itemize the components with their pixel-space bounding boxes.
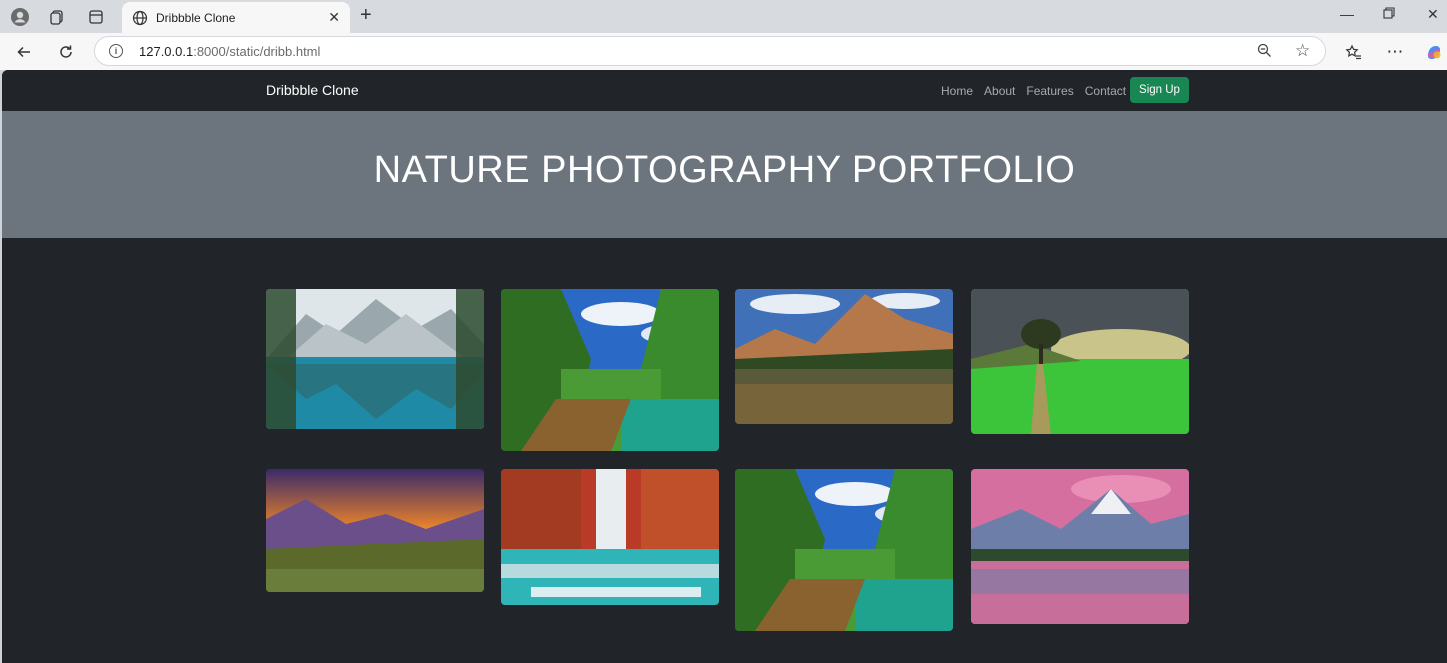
browser-tab[interactable]: Dribbble Clone ✕ <box>122 2 350 33</box>
minimize-icon[interactable]: — <box>1340 6 1354 22</box>
sign-up-button[interactable]: Sign Up <box>1130 77 1189 103</box>
photo-card-5[interactable] <box>266 469 484 592</box>
photo-card-6[interactable] <box>501 469 719 605</box>
nav-link-home[interactable]: Home <box>941 84 973 98</box>
site-info-icon[interactable]: i <box>109 44 123 58</box>
close-tab-icon[interactable]: ✕ <box>328 9 340 26</box>
hero-banner: NATURE PHOTOGRAPHY PORTFOLIO <box>2 111 1447 238</box>
globe-icon <box>132 10 148 25</box>
close-window-icon[interactable]: ✕ <box>1427 6 1439 23</box>
tab-actions-icon[interactable] <box>84 5 108 29</box>
address-bar[interactable]: i 127.0.0.1:8000/static/dribb.html ☆ <box>94 36 1326 66</box>
photo-card-1[interactable] <box>266 289 484 429</box>
tab-title: Dribbble Clone <box>156 10 236 25</box>
nav-link-about[interactable]: About <box>984 84 1015 98</box>
browser-tabbar: Dribbble Clone ✕ + — ✕ <box>0 0 1447 33</box>
photo-valley-sunset <box>266 469 484 592</box>
more-menu-icon[interactable]: ⋯ <box>1384 41 1406 63</box>
photo-card-4[interactable] <box>971 289 1189 434</box>
url-text: 127.0.0.1:8000/static/dribb.html <box>139 43 321 59</box>
photo-card-3[interactable] <box>735 289 953 424</box>
browser-toolbar: i 127.0.0.1:8000/static/dribb.html ☆ ⋯ <box>0 33 1447 70</box>
copilot-icon[interactable] <box>1423 41 1445 63</box>
nav-link-features[interactable]: Features <box>1026 84 1073 98</box>
photo-autumn-waterfall <box>501 469 719 605</box>
reload-icon[interactable] <box>55 41 77 63</box>
restore-icon[interactable] <box>1383 6 1395 22</box>
zoom-icon[interactable] <box>1257 43 1272 62</box>
photo-forest-boardwalk <box>501 289 719 451</box>
profile-icon[interactable] <box>8 5 32 29</box>
photo-pink-mountain-lake <box>971 469 1189 624</box>
photo-mountain-lake-reflection <box>266 289 484 429</box>
photo-card-7[interactable] <box>735 469 953 631</box>
page-viewport: Dribbble Clone Home About Features Conta… <box>2 70 1447 663</box>
nav-links: Home About Features Contact <box>941 84 1126 98</box>
hero-title: NATURE PHOTOGRAPHY PORTFOLIO <box>373 149 1076 191</box>
photo-card-8[interactable] <box>971 469 1189 624</box>
photo-lone-tree-field <box>971 289 1189 434</box>
photo-forest-boardwalk-2 <box>735 469 953 631</box>
site-brand[interactable]: Dribbble Clone <box>266 82 359 98</box>
photo-red-rock-lake <box>735 289 953 424</box>
photo-card-2[interactable] <box>501 289 719 451</box>
favorite-star-icon[interactable]: ☆ <box>1295 41 1310 61</box>
workspaces-icon[interactable] <box>45 5 69 29</box>
site-navbar: Dribbble Clone Home About Features Conta… <box>2 70 1447 111</box>
nav-link-contact[interactable]: Contact <box>1085 84 1126 98</box>
favorites-icon[interactable] <box>1342 41 1364 63</box>
new-tab-icon[interactable]: + <box>360 4 372 27</box>
back-icon[interactable] <box>13 41 35 63</box>
